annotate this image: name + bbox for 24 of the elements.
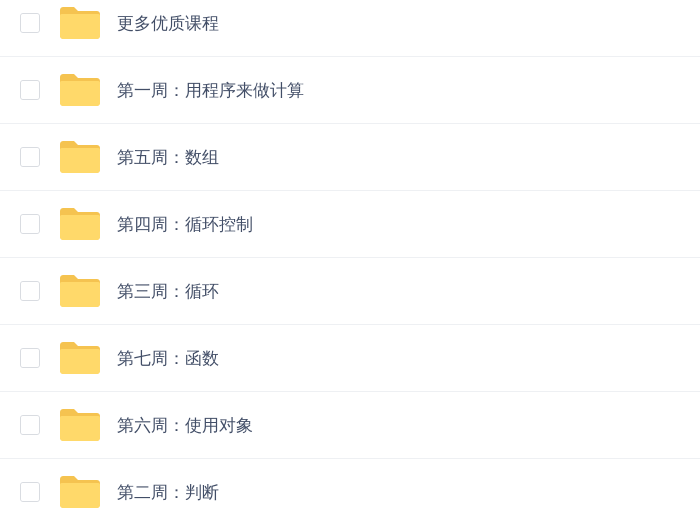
folder-name[interactable]: 第七周：函数 <box>117 346 219 370</box>
folder-name[interactable]: 第一周：用程序来做计算 <box>117 78 304 102</box>
folder-icon <box>60 208 100 240</box>
checkbox[interactable] <box>20 348 40 368</box>
checkbox[interactable] <box>20 147 40 167</box>
folder-name[interactable]: 更多优质课程 <box>117 12 219 34</box>
folder-icon <box>60 7 100 39</box>
checkbox[interactable] <box>20 415 40 435</box>
folder-icon <box>60 342 100 374</box>
folder-name[interactable]: 第六周：使用对象 <box>117 414 253 436</box>
folder-name[interactable]: 第五周：数组 <box>117 146 219 168</box>
checkbox[interactable] <box>20 80 40 100</box>
checkbox[interactable] <box>20 214 40 234</box>
folder-icon <box>60 141 100 173</box>
folder-icon <box>60 275 100 307</box>
checkbox[interactable] <box>20 13 40 33</box>
folder-icon <box>60 409 100 441</box>
folder-name[interactable]: 第二周：判断 <box>117 480 219 504</box>
folder-icon <box>60 74 100 106</box>
checkbox[interactable] <box>20 482 40 502</box>
folder-icon <box>60 476 100 508</box>
folder-name[interactable]: 第三周：循环 <box>117 280 219 302</box>
folder-name[interactable]: 第四周：循环控制 <box>117 212 253 236</box>
checkbox[interactable] <box>20 281 40 301</box>
